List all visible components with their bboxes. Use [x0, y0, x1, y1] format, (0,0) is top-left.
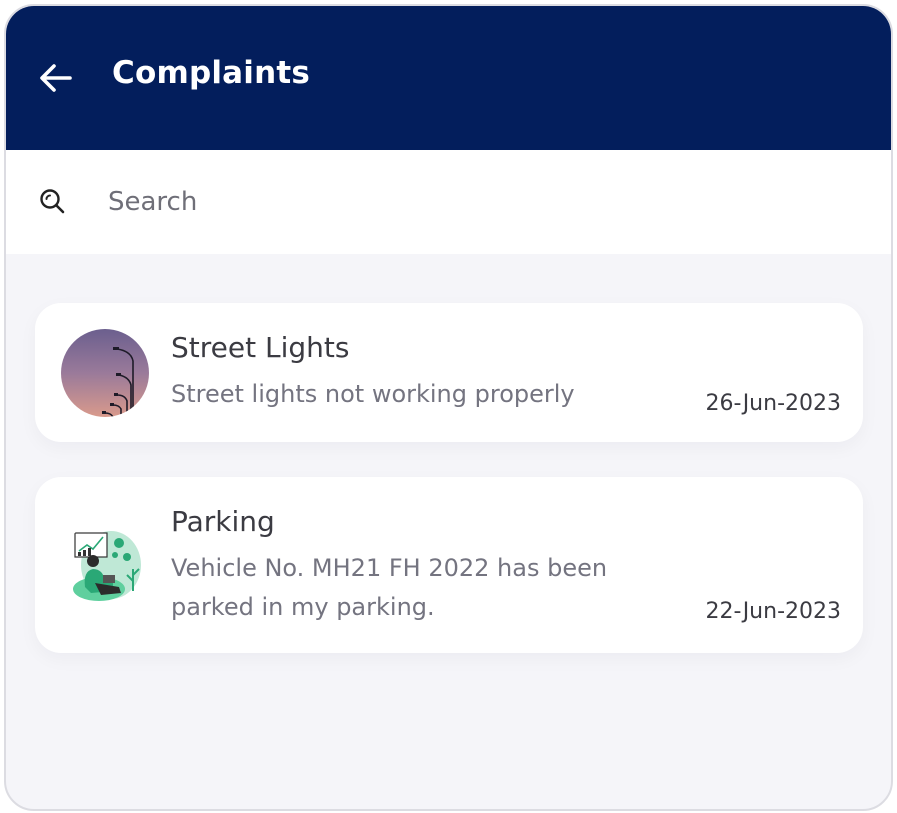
complaint-description: Street lights not working properly: [171, 380, 575, 408]
complaint-description: Vehicle No. MH21 FH 2022 has been parked…: [171, 554, 608, 621]
search-bar: [6, 150, 891, 254]
complaint-card[interactable]: Street Lights Street lights not working …: [35, 303, 863, 442]
app-screen: Complaints Search Street Lights Street l…: [4, 4, 893, 811]
complaint-title: Street Lights: [171, 331, 350, 364]
back-button[interactable]: [36, 58, 76, 98]
app-header: Complaints: [6, 6, 891, 150]
complaint-card[interactable]: Parking Vehicle No. MH21 FH 2022 has bee…: [35, 477, 863, 653]
parking-illustration: [61, 521, 149, 609]
complaint-title: Parking: [171, 505, 275, 538]
search-input[interactable]: [106, 180, 810, 224]
arrow-left-icon: [40, 64, 72, 92]
search-icon: [40, 189, 65, 214]
complaint-date: 22-Jun-2023: [705, 599, 841, 624]
complaint-date: 26-Jun-2023: [705, 391, 841, 416]
page-title: Complaints: [112, 55, 311, 91]
street-lights-image: [61, 329, 149, 417]
